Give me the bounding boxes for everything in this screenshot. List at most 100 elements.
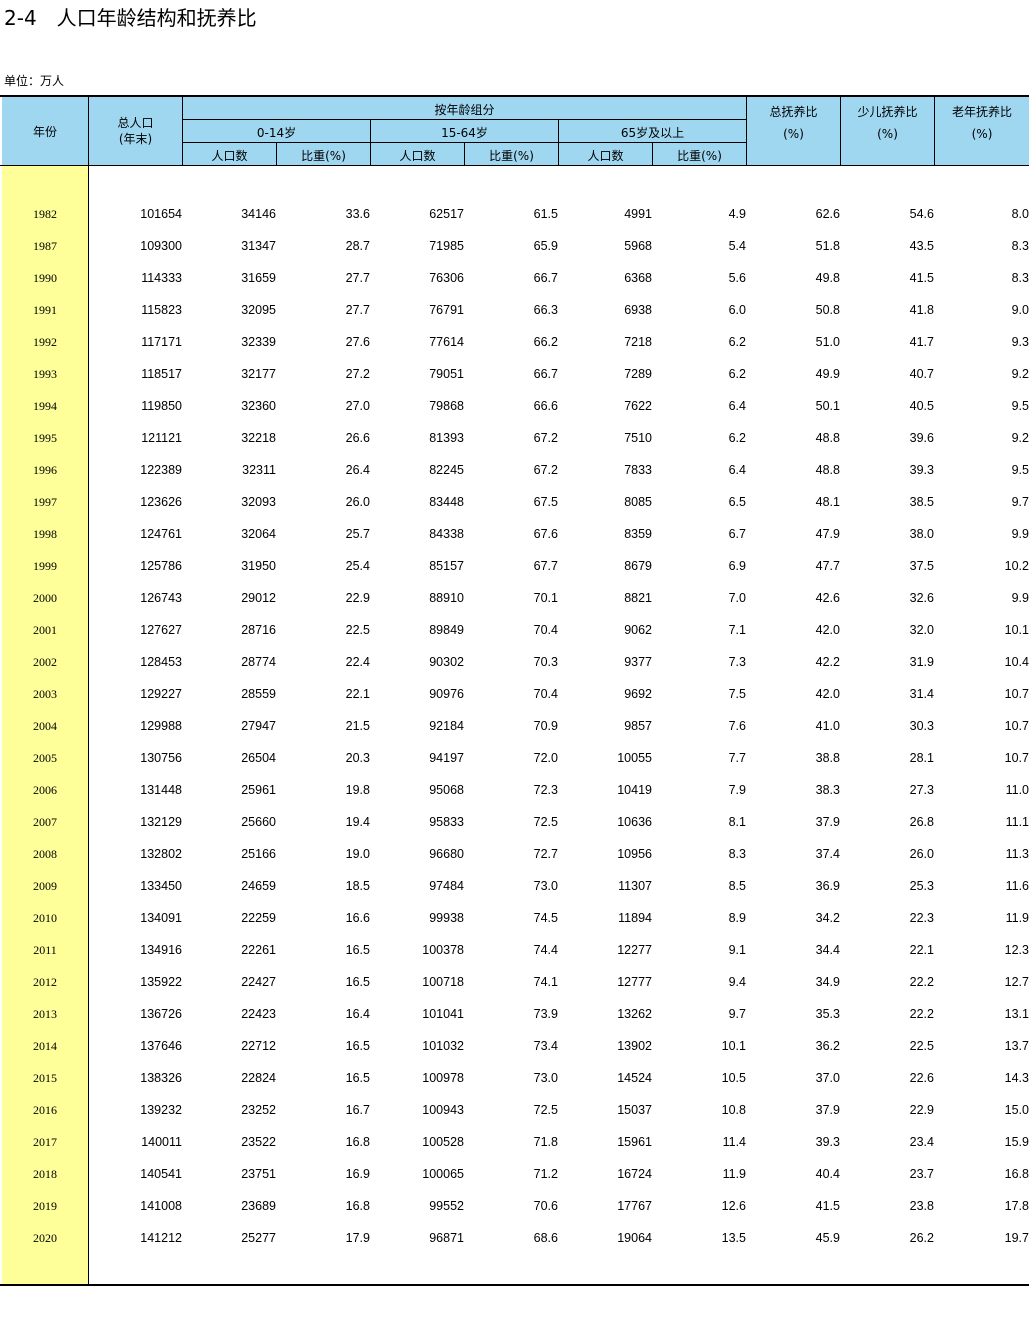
cell-old-dependency: 9.9 <box>1011 527 1029 541</box>
cell-pct-65-plus: 8.1 <box>728 815 746 829</box>
table-row: 2006 131448 25961 19.8 95068 72.3 10419 7.9 38.3… <box>2 774 1029 806</box>
header-divider <box>370 120 371 165</box>
cell-total-population: 109300 <box>140 239 182 253</box>
table-row: 2020 141212 25277 17.9 96871 68.6 19064 13.5 45.… <box>2 1222 1029 1254</box>
cell-pop-0-14: 22261 <box>241 943 276 957</box>
cell-pop-65-plus: 11307 <box>618 879 652 893</box>
cell-pop-0-14: 32095 <box>241 303 276 317</box>
table-row: 2008 132802 25166 19.0 96680 72.7 10956 8.3 37.4… <box>2 838 1029 870</box>
header-year-label: 年份 <box>32 125 57 139</box>
header-total-dependency: 总抚养比 (%) <box>747 97 840 165</box>
cell-pop-15-64: 99938 <box>429 911 464 925</box>
cell-pop-65-plus: 6368 <box>624 271 652 285</box>
header-divider <box>746 97 747 165</box>
cell-pop-15-64: 88910 <box>429 591 464 605</box>
cell-total-population: 126743 <box>140 591 182 605</box>
cell-child-dependency: 22.2 <box>909 1007 934 1021</box>
cell-child-dependency: 31.4 <box>909 687 934 701</box>
cell-pop-15-64: 90302 <box>429 655 464 669</box>
cell-year: 2009 <box>33 878 57 893</box>
table-row: 2002 128453 28774 22.4 90302 70.3 9377 7.3 42.2 3… <box>2 646 1029 678</box>
header-divider <box>558 120 559 165</box>
cell-pct-65-plus: 6.2 <box>728 431 746 445</box>
table-row: 2005 130756 26504 20.3 94197 72.0 10055 7.7 38.8… <box>2 742 1029 774</box>
cell-pct-0-14: 28.7 <box>345 239 370 253</box>
table-row: 1993 118517 32177 27.2 79051 66.7 7289 6.2 49.9 4… <box>2 358 1029 390</box>
cell-pop-15-64: 101032 <box>422 1039 464 1053</box>
cell-pct-65-plus: 6.7 <box>728 527 746 541</box>
cell-pop-0-14: 25277 <box>241 1231 276 1245</box>
cell-total-dependency: 35.3 <box>815 1007 840 1021</box>
cell-pct-15-64: 67.2 <box>533 463 558 477</box>
table-row: 2019 141008 23689 16.8 99552 70.6 17767 12.6 41.… <box>2 1190 1029 1222</box>
cell-child-dependency: 22.3 <box>909 911 934 925</box>
table-row: 2015 138326 22824 16.5 100978 73.0 14524 10.5 37… <box>2 1062 1029 1094</box>
cell-pop-15-64: 95068 <box>429 783 464 797</box>
cell-pct-15-64: 72.3 <box>533 783 558 797</box>
cell-pop-0-14: 31950 <box>241 559 276 573</box>
header-group-15-64: 15-64岁 <box>371 120 558 142</box>
cell-pct-0-14: 26.0 <box>345 495 370 509</box>
cell-pop-15-64: 62517 <box>429 207 464 221</box>
table-row: 1987 109300 31347 28.7 71985 65.9 5968 5.4 51.8 4… <box>2 230 1029 262</box>
cell-total-dependency: 51.8 <box>815 239 840 253</box>
cell-pct-65-plus: 8.3 <box>728 847 746 861</box>
cell-total-population: 115823 <box>141 303 182 317</box>
cell-pct-15-64: 73.4 <box>533 1039 558 1053</box>
header-total-dependency-note: (%) <box>783 127 804 141</box>
cell-pop-65-plus: 6938 <box>624 303 652 317</box>
header-group-65-plus: 65岁及以上 <box>559 120 746 142</box>
cell-child-dependency: 37.5 <box>909 559 934 573</box>
cell-pop-15-64: 77614 <box>429 335 464 349</box>
table-row: 2017 140011 23522 16.8 100528 71.8 15961 11.4 39… <box>2 1126 1029 1158</box>
cell-total-dependency: 39.3 <box>815 1135 840 1149</box>
cell-pop-15-64: 81393 <box>429 431 464 445</box>
cell-total-population: 138326 <box>140 1071 182 1085</box>
cell-pct-65-plus: 6.0 <box>728 303 746 317</box>
cell-pop-0-14: 27947 <box>241 719 276 733</box>
cell-total-dependency: 48.8 <box>815 431 840 445</box>
cell-pct-0-14: 16.4 <box>345 1007 370 1021</box>
cell-year: 2008 <box>33 846 57 861</box>
cell-year: 2014 <box>33 1038 57 1053</box>
cell-pop-65-plus: 7218 <box>624 335 652 349</box>
cell-child-dependency: 22.5 <box>909 1039 934 1053</box>
cell-year: 2015 <box>33 1070 57 1085</box>
data-table: 1982 101654 34146 33.6 62517 61.5 4991 4.9 62.6 5… <box>2 198 1029 1254</box>
header-divider <box>840 97 841 165</box>
cell-pop-15-64: 100378 <box>422 943 464 957</box>
cell-pct-0-14: 25.4 <box>345 559 370 573</box>
cell-pop-0-14: 23751 <box>241 1167 276 1181</box>
cell-pop-0-14: 34146 <box>241 207 276 221</box>
cell-total-population: 129988 <box>140 719 182 733</box>
cell-year: 1997 <box>33 494 57 509</box>
cell-pop-15-64: 94197 <box>429 751 464 765</box>
cell-pop-15-64: 90976 <box>429 687 464 701</box>
cell-pop-15-64: 99552 <box>429 1199 464 1213</box>
cell-old-dependency: 10.2 <box>1004 559 1029 573</box>
cell-child-dependency: 38.0 <box>909 527 934 541</box>
cell-pop-65-plus: 5968 <box>624 239 652 253</box>
cell-child-dependency: 28.1 <box>909 751 934 765</box>
header-old-dependency-note: (%) <box>971 127 993 141</box>
cell-pct-15-64: 74.5 <box>533 911 558 925</box>
cell-pct-0-14: 22.4 <box>345 655 370 669</box>
cell-pct-65-plus: 7.9 <box>728 783 746 797</box>
cell-year: 1998 <box>33 526 57 541</box>
cell-child-dependency: 32.6 <box>909 591 934 605</box>
cell-pop-65-plus: 15037 <box>617 1103 652 1117</box>
cell-year: 1996 <box>33 462 57 477</box>
cell-pct-0-14: 16.5 <box>345 1071 370 1085</box>
header-divider <box>182 97 183 165</box>
table-row: 1991 115823 32095 27.7 76791 66.3 6938 6.0 50.8 4… <box>2 294 1029 326</box>
cell-pop-15-64: 92184 <box>429 719 464 733</box>
cell-pct-65-plus: 5.6 <box>728 271 746 285</box>
cell-year: 2001 <box>33 622 57 637</box>
table-row: 2003 129227 28559 22.1 90976 70.4 9692 7.5 42.0 3… <box>2 678 1029 710</box>
cell-child-dependency: 22.1 <box>909 943 934 957</box>
cell-total-population: 128453 <box>140 655 182 669</box>
cell-total-dependency: 42.0 <box>815 623 840 637</box>
cell-pop-15-64: 76791 <box>429 303 464 317</box>
cell-total-dependency: 38.3 <box>815 783 840 797</box>
cell-pct-0-14: 27.7 <box>345 303 370 317</box>
